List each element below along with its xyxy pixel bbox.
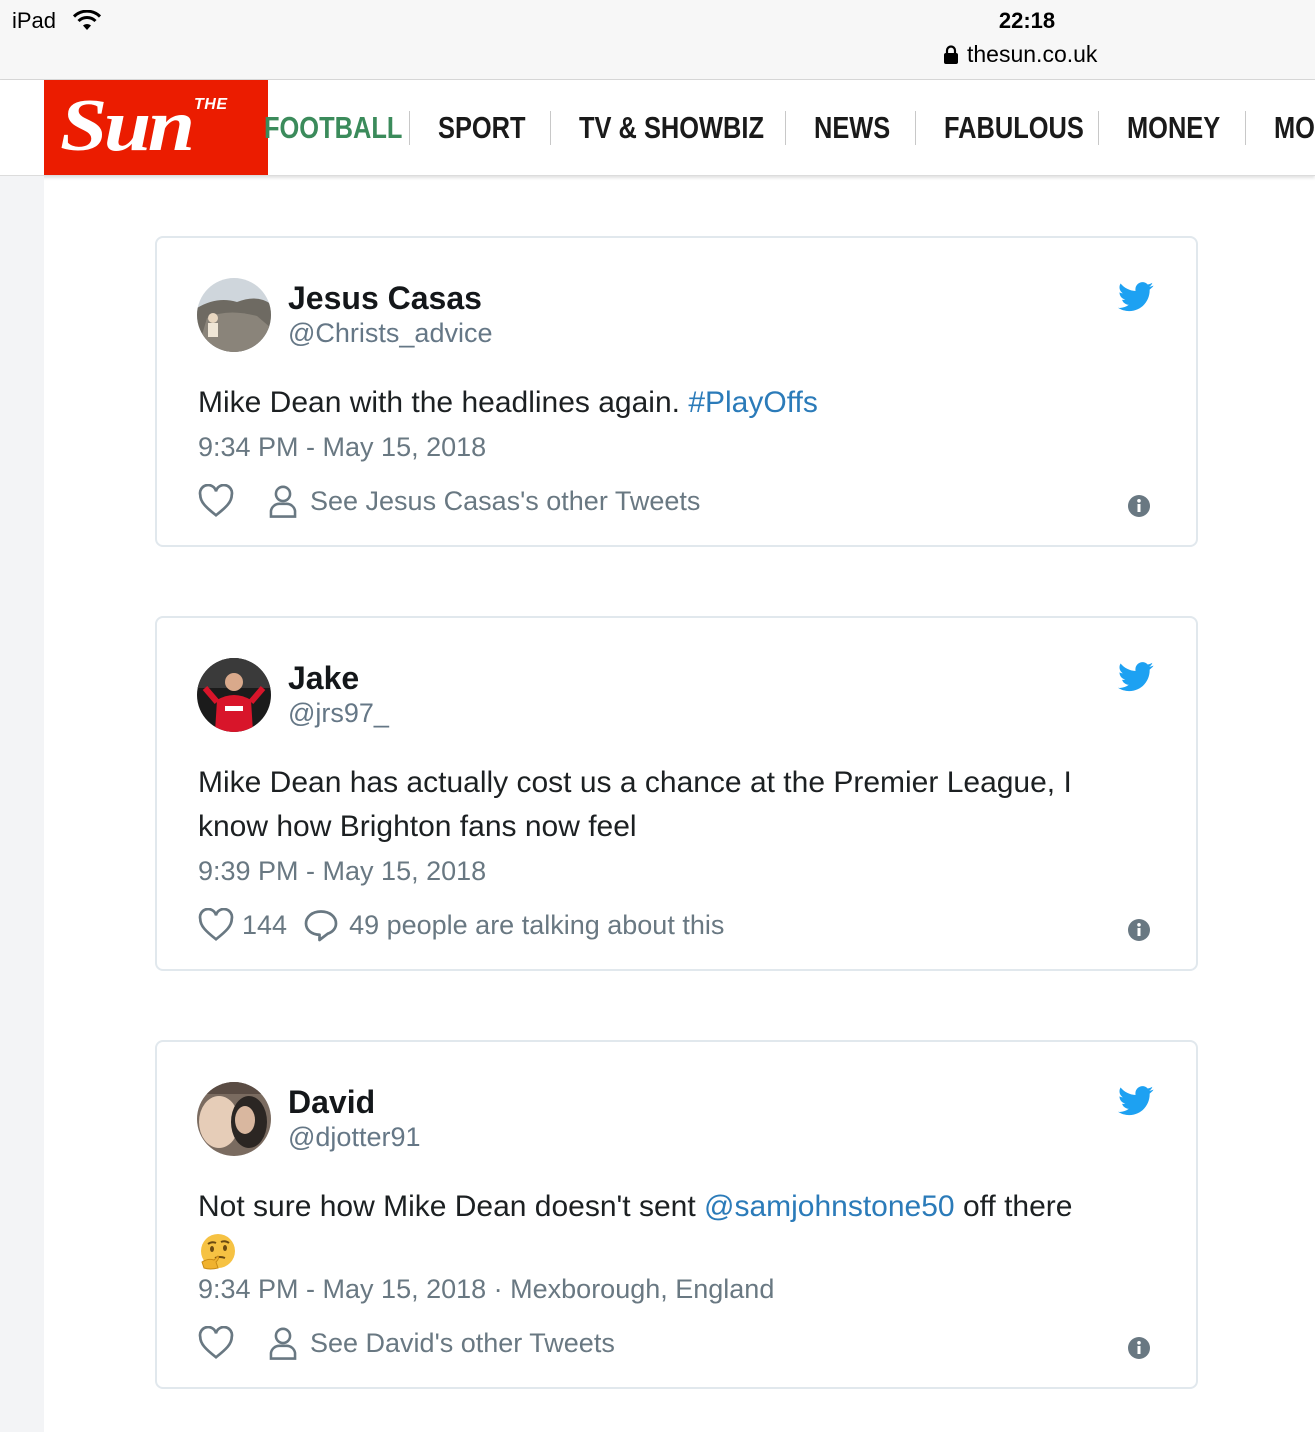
address-bar[interactable]: thesun.co.uk bbox=[943, 41, 1097, 68]
tweet-text-line: know how Brighton fans now feel bbox=[198, 810, 637, 843]
speech-bubble-icon[interactable] bbox=[303, 908, 339, 942]
tweet-timestamp-location[interactable]: 9:34 PM - May 15, 2018 · Mexborough, Eng… bbox=[198, 1274, 774, 1305]
embedded-tweet[interactable]: Jesus Casas @Christs_advice Mike Dean wi… bbox=[155, 236, 1198, 547]
tweet-timestamp[interactable]: 9:39 PM - May 15, 2018 bbox=[198, 856, 486, 887]
embedded-tweet[interactable]: Jake @jrs97_ Mike Dean has actually cost… bbox=[155, 616, 1198, 971]
clock: 22:18 bbox=[998, 8, 1056, 33]
nav-divider bbox=[915, 110, 916, 145]
author-name[interactable]: David bbox=[288, 1084, 375, 1121]
see-other-tweets-link[interactable]: See Jesus Casas's other Tweets bbox=[310, 486, 700, 517]
thinking-face-emoji bbox=[201, 1234, 235, 1270]
nav-divider bbox=[409, 110, 410, 145]
tweet-text-body: Not sure how Mike Dean doesn't sent bbox=[198, 1190, 704, 1223]
tweet-timestamp[interactable]: 9:34 PM - May 15, 2018 bbox=[198, 432, 486, 463]
twitter-bird-icon[interactable] bbox=[1118, 282, 1154, 312]
site-header: THE Sun FOOTBALL SPORT TV & SHOWBIZ NEWS… bbox=[0, 80, 1315, 176]
twitter-bird-icon[interactable] bbox=[1118, 1086, 1154, 1116]
lock-icon bbox=[944, 44, 958, 64]
author-name[interactable]: Jesus Casas bbox=[288, 280, 482, 317]
nav-tv-showbiz[interactable]: TV & SHOWBIZ bbox=[579, 110, 764, 146]
avatar[interactable] bbox=[197, 278, 271, 352]
twitter-bird-icon[interactable] bbox=[1118, 662, 1154, 692]
heart-icon[interactable] bbox=[198, 484, 234, 518]
author-handle[interactable]: @djotter91 bbox=[288, 1122, 420, 1153]
tweet-text-body: off there bbox=[954, 1190, 1073, 1223]
logo-the: THE bbox=[194, 96, 228, 113]
logo-sun: Sun bbox=[60, 85, 195, 167]
tweet-actions: See Jesus Casas's other Tweets bbox=[198, 484, 700, 518]
heart-icon[interactable] bbox=[198, 1326, 234, 1360]
tweet-text-body: Mike Dean with the headlines again. bbox=[198, 386, 689, 419]
tweet-text-line: Mike Dean has actually cost us a chance … bbox=[198, 766, 1072, 799]
author-handle[interactable]: @Christs_advice bbox=[288, 318, 492, 349]
the-sun-logo[interactable]: THE Sun bbox=[44, 80, 268, 175]
nav-divider bbox=[550, 110, 551, 145]
left-gutter bbox=[0, 176, 44, 1432]
person-icon bbox=[269, 485, 297, 518]
nav-sport[interactable]: SPORT bbox=[438, 110, 526, 146]
embedded-tweet[interactable]: David @djotter91 Not sure how Mike Dean … bbox=[155, 1040, 1198, 1389]
avatar[interactable] bbox=[197, 1082, 271, 1156]
tweet-text: Not sure how Mike Dean doesn't sent @sam… bbox=[198, 1185, 1136, 1273]
mention-link[interactable]: @samjohnstone50 bbox=[704, 1190, 955, 1223]
nav-news[interactable]: NEWS bbox=[814, 110, 890, 146]
author-name[interactable]: Jake bbox=[288, 660, 359, 697]
tweet-text: Mike Dean has actually cost us a chance … bbox=[198, 761, 1136, 849]
main-nav: FOOTBALL SPORT TV & SHOWBIZ NEWS FABULOU… bbox=[264, 80, 1315, 175]
avatar[interactable] bbox=[197, 658, 271, 732]
person-icon bbox=[269, 1327, 297, 1360]
browser-status-bar: iPad 22:18 thesun.co.uk bbox=[0, 0, 1315, 80]
nav-football[interactable]: FOOTBALL bbox=[264, 110, 402, 146]
nav-more[interactable]: MO bbox=[1274, 110, 1315, 146]
info-icon[interactable] bbox=[1127, 494, 1151, 518]
see-other-tweets-link[interactable]: See David's other Tweets bbox=[310, 1328, 615, 1359]
nav-fabulous[interactable]: FABULOUS bbox=[944, 110, 1084, 146]
tweet-actions: 144 49 people are talking about this bbox=[198, 908, 724, 942]
nav-money[interactable]: MONEY bbox=[1127, 110, 1220, 146]
hashtag-link[interactable]: #PlayOffs bbox=[688, 386, 818, 419]
nav-divider bbox=[785, 110, 786, 145]
tweet-text: Mike Dean with the headlines again. #Pla… bbox=[198, 381, 1136, 425]
url-text: thesun.co.uk bbox=[967, 41, 1098, 67]
heart-icon[interactable] bbox=[198, 908, 234, 942]
nav-divider bbox=[1098, 110, 1099, 145]
like-count[interactable]: 144 bbox=[242, 910, 287, 941]
nav-divider bbox=[1245, 110, 1246, 145]
conversation-link[interactable]: 49 people are talking about this bbox=[349, 910, 724, 941]
tweet-actions: See David's other Tweets bbox=[198, 1326, 615, 1360]
info-icon[interactable] bbox=[1127, 918, 1151, 942]
info-icon[interactable] bbox=[1127, 1336, 1151, 1360]
author-handle[interactable]: @jrs97_ bbox=[288, 698, 389, 729]
